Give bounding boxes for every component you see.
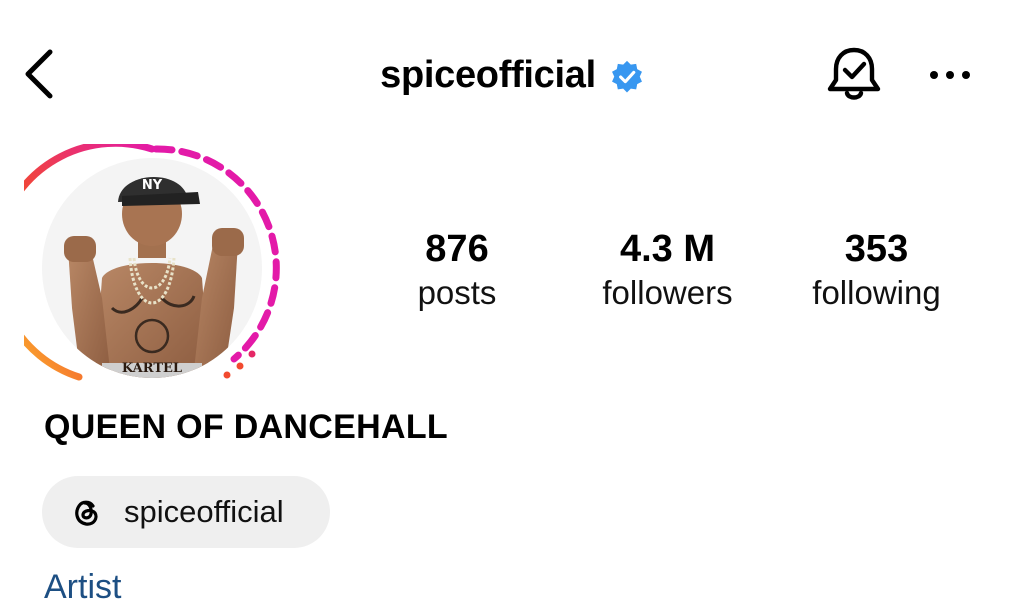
threads-handle: spiceofficial xyxy=(124,494,284,529)
dot xyxy=(946,71,954,79)
following-stat[interactable]: 353 following xyxy=(794,226,959,314)
followers-count: 4.3 M xyxy=(619,228,716,270)
posts-stat[interactable]: 876 posts xyxy=(382,226,532,314)
followers-stat[interactable]: 4.3 M followers xyxy=(580,226,755,314)
notifications-button[interactable] xyxy=(824,44,884,106)
threads-link-button[interactable]: spiceofficial xyxy=(42,476,330,548)
posts-count: 876 xyxy=(425,228,489,270)
dot xyxy=(962,71,970,79)
avatar-photo: NY KARTEL xyxy=(42,158,262,378)
threads-icon xyxy=(75,500,98,526)
following-count: 353 xyxy=(844,228,909,270)
cap-logo-text: NY xyxy=(142,178,163,193)
display-name: QUEEN OF DANCEHALL xyxy=(44,408,448,446)
posts-label: posts xyxy=(417,274,497,311)
profile-avatar[interactable]: NY KARTEL xyxy=(24,144,286,390)
avatar-image: NY KARTEL xyxy=(42,158,262,378)
following-label: following xyxy=(812,274,941,311)
profile-screen: spiceofficial NY KARTEL 876 posts 4.3 M … xyxy=(0,0,1024,603)
followers-label: followers xyxy=(602,274,733,311)
username-title: spiceofficial xyxy=(380,53,596,96)
more-options-button[interactable] xyxy=(924,58,976,92)
tattoo-text: KARTEL xyxy=(122,361,182,376)
verified-badge-icon xyxy=(611,60,642,93)
dot xyxy=(930,71,938,79)
bell-check-icon xyxy=(827,47,881,100)
profile-category[interactable]: Artist xyxy=(44,568,121,603)
